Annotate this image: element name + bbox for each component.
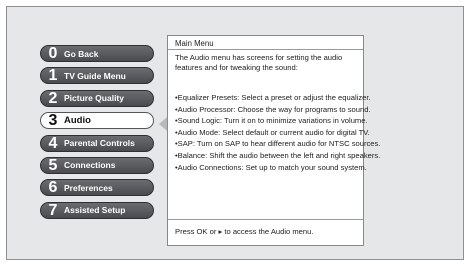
list-item: •Sound Logic: Turn it on to minimize var… bbox=[175, 116, 368, 126]
menu-item-label: Audio bbox=[64, 115, 91, 127]
feature-list: •Equalizer Presets: Select a preset or a… bbox=[175, 93, 381, 174]
menu-item-label: Assisted Setup bbox=[64, 205, 126, 216]
menu-item-go-back[interactable]: 0 Go Back bbox=[40, 45, 154, 62]
panel-title: Main Menu bbox=[175, 39, 214, 48]
menu-item-label: Connections bbox=[64, 160, 116, 171]
menu-item-label: Picture Quality bbox=[64, 93, 124, 104]
list-item: •Equalizer Presets: Select a preset or a… bbox=[175, 93, 371, 102]
selection-pointer-icon bbox=[159, 117, 167, 131]
description-panel: Main Menu The Audio menu has screens for… bbox=[167, 35, 381, 246]
menu-item-number: 2 bbox=[48, 89, 58, 107]
menu-item-number: 0 bbox=[48, 45, 58, 62]
list-item: •Audio Connections: Set up to match your… bbox=[175, 162, 367, 172]
menu-item-parental-controls[interactable]: 4 Parental Controls bbox=[40, 134, 154, 152]
menu-item-picture-quality[interactable]: 2 Picture Quality bbox=[40, 89, 154, 107]
divider bbox=[168, 219, 363, 220]
divider bbox=[168, 49, 363, 50]
menu-item-number: 5 bbox=[48, 156, 58, 174]
main-menu-list: 0 Go Back 1 TV Guide Menu 2 Picture Qual… bbox=[40, 45, 154, 224]
menu-item-number: 6 bbox=[48, 179, 58, 197]
menu-item-label: Go Back bbox=[64, 48, 99, 59]
panel-intro-text: The Audio menu has screens for setting t… bbox=[175, 53, 343, 72]
list-item: •Audio Processor: Choose the way for pro… bbox=[175, 104, 371, 114]
tv-screen: 0 Go Back 1 TV Guide Menu 2 Picture Qual… bbox=[6, 6, 464, 260]
menu-item-number: 3 bbox=[48, 112, 58, 130]
menu-item-assisted-setup[interactable]: 7 Assisted Setup bbox=[40, 201, 154, 219]
menu-item-number: 1 bbox=[48, 67, 58, 85]
list-item: •Balance: Shift the audio between the le… bbox=[175, 150, 381, 160]
menu-item-audio[interactable]: 3 Audio bbox=[40, 112, 154, 130]
list-item: •SAP: Turn on SAP to hear different audi… bbox=[175, 139, 381, 149]
menu-item-preferences[interactable]: 6 Preferences bbox=[40, 179, 154, 197]
menu-item-connections[interactable]: 5 Connections bbox=[40, 156, 154, 174]
panel-footer-hint: Press OK or ▸ to access the Audio menu. bbox=[175, 227, 314, 236]
menu-item-label: TV Guide Menu bbox=[64, 70, 126, 81]
menu-item-label: Preferences bbox=[64, 182, 113, 193]
menu-item-tv-guide-menu[interactable]: 1 TV Guide Menu bbox=[40, 67, 154, 85]
menu-item-number: 7 bbox=[48, 201, 58, 219]
menu-item-number: 4 bbox=[48, 134, 58, 152]
menu-item-label: Parental Controls bbox=[64, 138, 135, 149]
list-item: •Audio Mode: Select default or current a… bbox=[175, 127, 370, 137]
